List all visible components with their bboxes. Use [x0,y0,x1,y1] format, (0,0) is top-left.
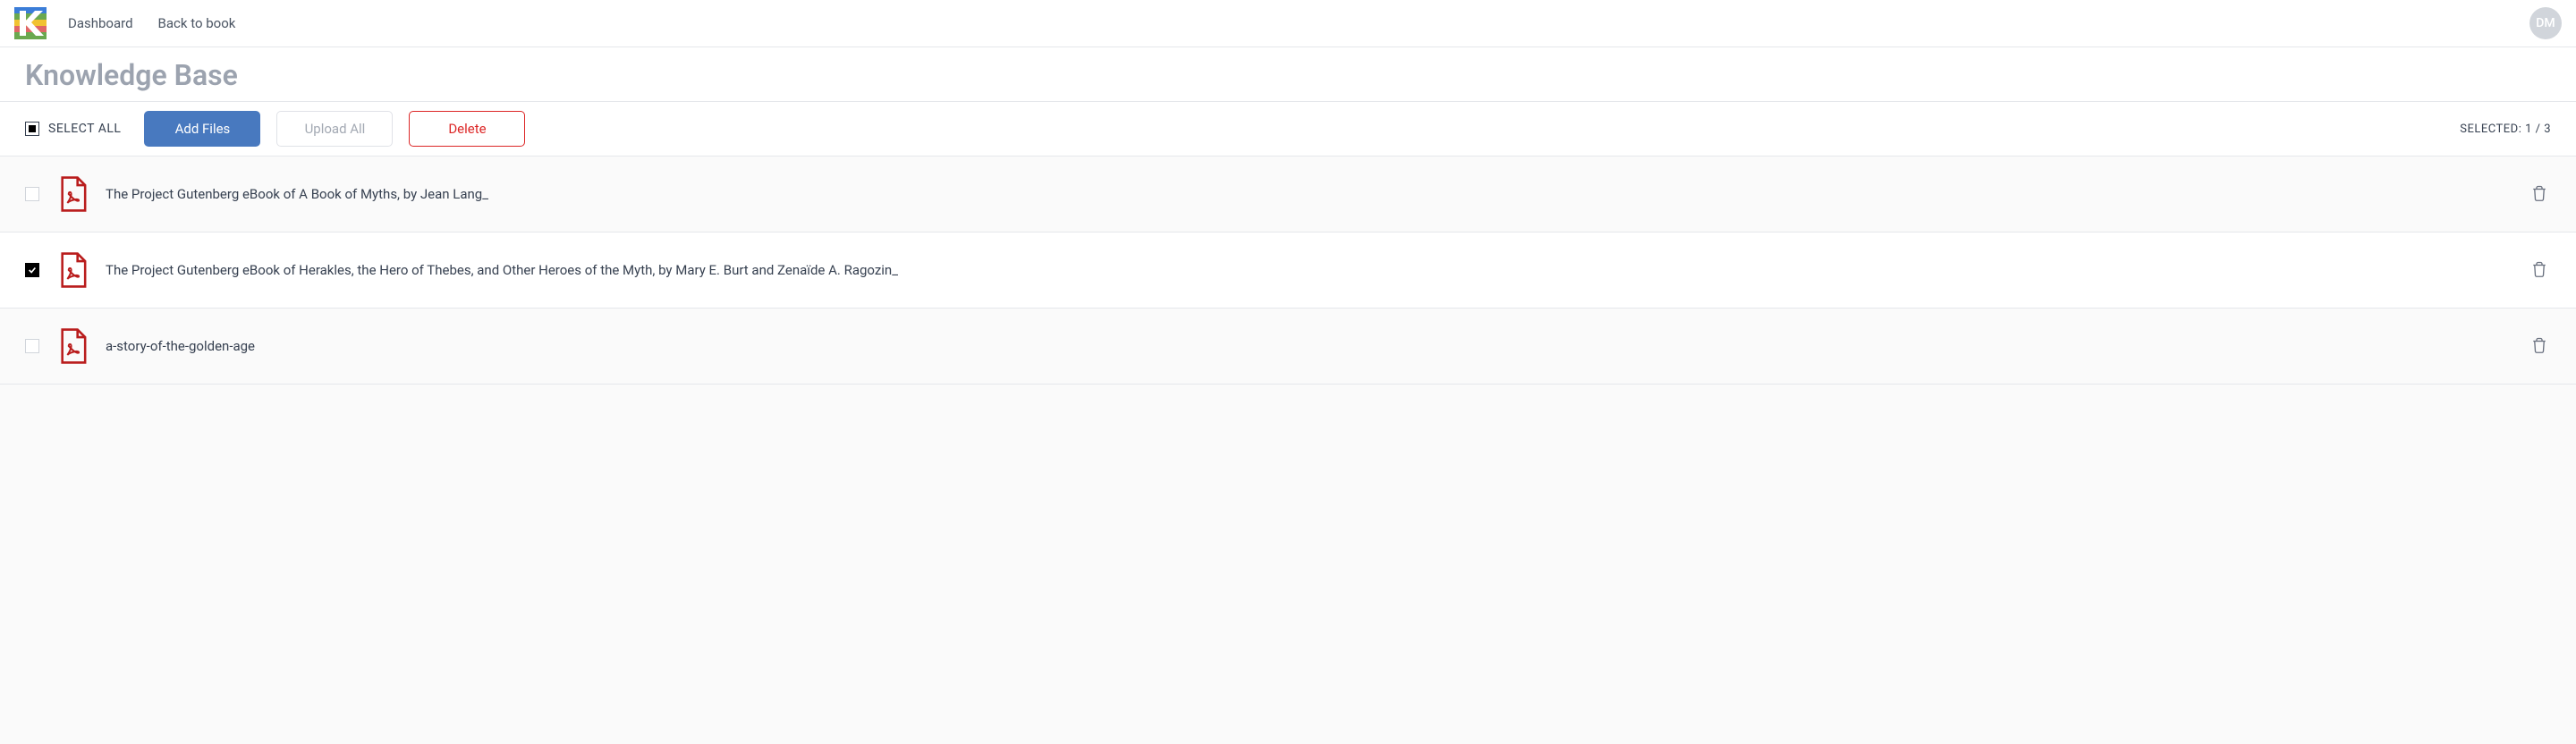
file-row: The Project Gutenberg eBook of A Book of… [0,156,2576,232]
delete-button[interactable]: Delete [409,111,525,147]
file-list: The Project Gutenberg eBook of A Book of… [0,156,2576,385]
delete-file-button[interactable] [2528,258,2551,283]
selected-count: SELECTED: 1 / 3 [2460,123,2551,136]
toolbar: SELECT ALL Add Files Upload All Delete S… [0,101,2576,156]
file-name: The Project Gutenberg eBook of A Book of… [106,186,488,202]
title-section: Knowledge Base [0,47,2576,101]
pdf-icon [57,252,88,288]
trash-icon [2531,337,2547,356]
file-checkbox[interactable] [25,339,39,353]
add-files-button[interactable]: Add Files [144,111,260,147]
trash-icon [2531,261,2547,280]
file-name: The Project Gutenberg eBook of Herakles,… [106,262,898,278]
upload-all-button: Upload All [276,111,393,147]
select-all-label: SELECT ALL [48,122,121,136]
file-checkbox[interactable] [25,263,39,277]
pdf-icon [57,176,88,212]
file-row: The Project Gutenberg eBook of Herakles,… [0,232,2576,309]
nav-links: Dashboard Back to book [68,15,235,31]
file-checkbox[interactable] [25,187,39,201]
nav-dashboard[interactable]: Dashboard [68,15,133,31]
file-name: a-story-of-the-golden-age [106,338,255,354]
select-all-checkbox[interactable] [25,122,39,136]
avatar[interactable]: DM [2529,7,2562,39]
delete-file-button[interactable] [2528,334,2551,359]
header: Dashboard Back to book DM [0,0,2576,47]
file-row: a-story-of-the-golden-age [0,309,2576,385]
pdf-icon [57,328,88,364]
delete-file-button[interactable] [2528,182,2551,207]
nav-back-to-book[interactable]: Back to book [158,15,236,31]
trash-icon [2531,185,2547,204]
app-logo[interactable] [14,7,47,39]
page-title: Knowledge Base [25,58,2551,92]
select-all-group: SELECT ALL [25,122,121,136]
